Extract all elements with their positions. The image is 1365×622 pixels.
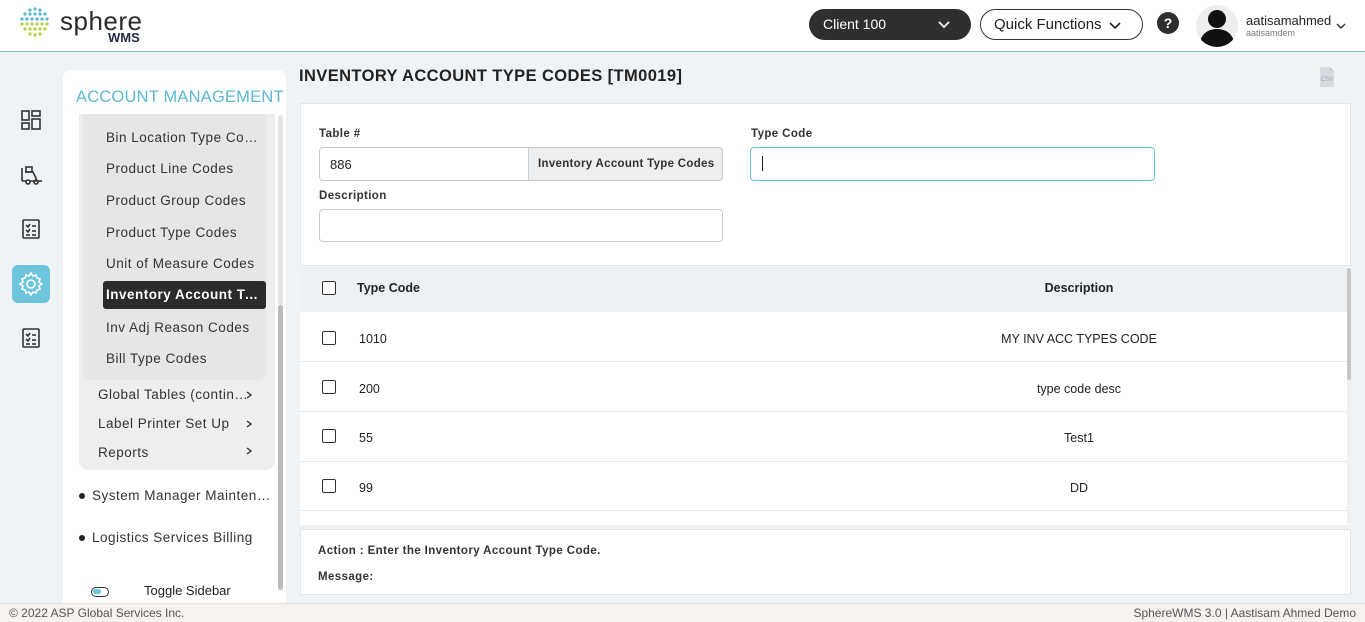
- column-header-description[interactable]: Description: [879, 281, 1279, 295]
- cell-type-code: 200: [359, 382, 380, 396]
- bullet-icon: [79, 493, 85, 499]
- csv-label: CSV: [1321, 77, 1333, 83]
- sidebar-item-unit-of-measure[interactable]: Unit of Measure Codes: [106, 256, 258, 271]
- toggle-sidebar-label[interactable]: Toggle Sidebar: [144, 583, 231, 598]
- forklift-icon: [21, 166, 42, 185]
- table-header: Type Code Description: [300, 267, 1347, 312]
- cell-description: type code desc: [1036, 382, 1122, 396]
- quick-functions-button[interactable]: Quick Functions: [980, 9, 1143, 40]
- sidebar-item-logistics-billing[interactable]: Logistics Services Billing: [92, 530, 272, 545]
- user-name[interactable]: aatisamahmed: [1246, 13, 1331, 28]
- sidebar-title[interactable]: ACCOUNT MANAGEMENT: [76, 88, 284, 107]
- user-subtitle: aatisamdem: [1246, 28, 1296, 38]
- sidebar: ACCOUNT MANAGEMENT Bin Location Type Cod…: [63, 70, 286, 603]
- rail-warehouse[interactable]: [12, 156, 50, 194]
- cell-description: Test1: [1064, 431, 1094, 445]
- sidebar-item-system-manager[interactable]: System Manager Maintenance: [92, 488, 272, 503]
- column-header-type-code[interactable]: Type Code: [357, 281, 420, 295]
- message-label: Message:: [318, 571, 374, 583]
- rail-tasks[interactable]: [12, 210, 50, 248]
- csv-export-icon[interactable]: CSV: [1319, 66, 1335, 88]
- text-caret: [762, 156, 763, 171]
- bullet-icon: [79, 535, 85, 541]
- help-icon[interactable]: ?: [1157, 12, 1179, 34]
- user-silhouette-icon: [1199, 10, 1235, 47]
- table-row[interactable]: 1010 MY INV ACC TYPES CODE: [300, 313, 1347, 362]
- row-checkbox[interactable]: [322, 479, 336, 493]
- table-row[interactable]: 55 Test1: [300, 413, 1347, 462]
- rail-settings[interactable]: [12, 265, 50, 303]
- select-all-checkbox[interactable]: [322, 281, 336, 295]
- chevron-right-icon: [246, 447, 253, 455]
- sidebar-item-inv-adj-reason[interactable]: Inv Adj Reason Codes: [106, 320, 258, 335]
- table-number-label: Table #: [319, 128, 361, 140]
- sidebar-group: Bin Location Type Codes Product Line Cod…: [79, 114, 275, 470]
- type-code-input[interactable]: [750, 147, 1155, 181]
- codes-table: Type Code Description 1010 MY INV ACC TY…: [300, 267, 1351, 525]
- action-message-panel: Action : Enter the Inventory Account Typ…: [300, 529, 1351, 595]
- row-checkbox[interactable]: [322, 380, 336, 394]
- table-row[interactable]: 200 type code desc: [300, 363, 1347, 412]
- rail-dashboard[interactable]: [12, 101, 50, 139]
- version-text: SphereWMS 3.0 | Aastisam Ahmed Demo: [1133, 606, 1356, 620]
- table-scrollbar[interactable]: [1347, 268, 1351, 380]
- footer: © 2022 ASP Global Services Inc. SphereWM…: [0, 603, 1365, 622]
- description-label: Description: [319, 190, 387, 202]
- cell-type-code: 1010: [359, 332, 387, 346]
- table-number-input[interactable]: 886: [319, 147, 529, 181]
- action-text: Action : Enter the Inventory Account Typ…: [318, 545, 601, 557]
- sidebar-item-reports[interactable]: Reports: [98, 445, 248, 460]
- sidebar-item-inventory-account-type[interactable]: Inventory Account Type Codes: [103, 281, 266, 309]
- toggle-sidebar-switch[interactable]: [91, 587, 109, 597]
- chevron-down-icon[interactable]: [1335, 20, 1347, 32]
- quick-functions-label: Quick Functions: [994, 16, 1102, 33]
- client-selector[interactable]: Client 100: [809, 9, 971, 40]
- chevron-down-icon: [1109, 22, 1121, 30]
- chevron-right-icon: [246, 391, 253, 399]
- cell-type-code: 55: [359, 431, 373, 445]
- globe-logo-icon: [20, 7, 49, 37]
- table-row[interactable]: 99 DD: [300, 462, 1347, 511]
- sphere-logo[interactable]: sphere WMS: [16, 4, 146, 45]
- cell-description: DD: [1069, 481, 1089, 495]
- top-header: sphere WMS Client 100 Quick Functions ? …: [0, 0, 1365, 52]
- chevron-down-icon: [938, 21, 950, 29]
- sidebar-item-bin-location[interactable]: Bin Location Type Codes: [106, 130, 258, 145]
- sidebar-item-product-line[interactable]: Product Line Codes: [106, 161, 258, 176]
- table-name-addon: Inventory Account Type Codes: [528, 147, 723, 181]
- rail-reports[interactable]: [12, 319, 50, 357]
- dashboard-icon: [21, 110, 41, 130]
- icon-rail: [0, 53, 62, 602]
- settings-icon: [18, 271, 44, 297]
- sidebar-item-product-group[interactable]: Product Group Codes: [106, 193, 258, 208]
- type-code-label: Type Code: [751, 128, 813, 140]
- page-title: INVENTORY ACCOUNT TYPE CODES [TM0019]: [299, 67, 683, 85]
- sidebar-item-label-printer[interactable]: Label Printer Set Up: [98, 416, 248, 431]
- chevron-right-icon: [246, 420, 253, 428]
- avatar[interactable]: [1196, 5, 1238, 47]
- copyright-text: © 2022 ASP Global Services Inc.: [9, 606, 185, 620]
- sidebar-item-global-tables[interactable]: Global Tables (continued): [98, 387, 248, 402]
- sidebar-scroll-track[interactable]: [278, 115, 283, 305]
- cell-type-code: 99: [359, 481, 373, 495]
- sidebar-item-bill-type[interactable]: Bill Type Codes: [106, 351, 258, 366]
- client-label: Client 100: [823, 16, 887, 32]
- description-input[interactable]: [319, 209, 723, 242]
- checklist-icon: [22, 219, 40, 239]
- report-icon: [22, 328, 40, 348]
- logo-sub: WMS: [108, 30, 140, 45]
- row-checkbox[interactable]: [322, 429, 336, 443]
- sidebar-item-product-type[interactable]: Product Type Codes: [106, 225, 258, 240]
- cell-description: MY INV ACC TYPES CODE: [1001, 332, 1157, 346]
- sidebar-submenu: Bin Location Type Codes Product Line Cod…: [83, 114, 266, 380]
- sidebar-scrollbar[interactable]: [278, 305, 283, 590]
- row-checkbox[interactable]: [322, 331, 336, 345]
